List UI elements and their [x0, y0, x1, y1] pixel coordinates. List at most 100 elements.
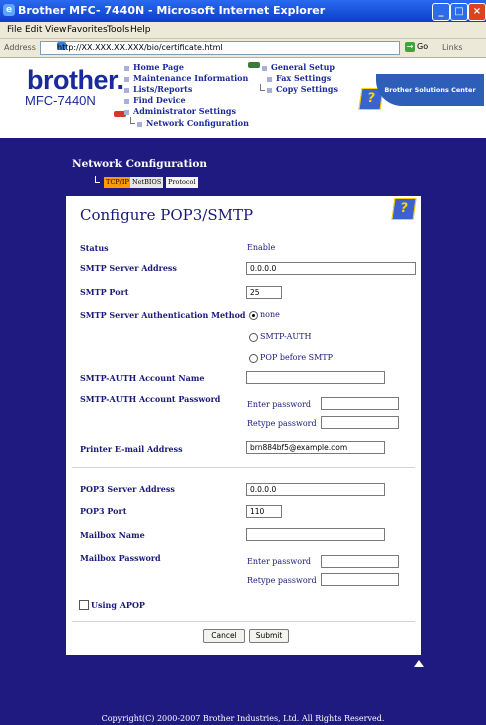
mailbox-retype-password-input[interactable] — [321, 573, 399, 586]
solutions-center-link[interactable]: Brother Solutions Center — [376, 74, 484, 106]
pop3-server-input[interactable]: 0.0.0.0 — [246, 483, 385, 496]
pop3-port-label: POP3 Port — [80, 506, 127, 516]
tab-tcpip[interactable]: TCP/IP — [104, 177, 131, 188]
go-label: Go — [417, 42, 429, 51]
radio-smtp-auth-icon — [249, 332, 258, 342]
smtp-enter-password-input[interactable] — [321, 397, 399, 410]
nav-copy-settings-label: Copy Settings — [276, 84, 338, 94]
radio-smtp-auth[interactable]: SMTP-AUTH — [249, 332, 312, 342]
menu-favorites[interactable]: Favorites — [67, 25, 108, 35]
mailbox-enter-password-input[interactable] — [321, 555, 399, 568]
nav-general-setup[interactable]: General Setup — [262, 62, 335, 72]
nav-lists-label: Lists/Reports — [133, 84, 193, 94]
menu-help[interactable]: Help — [130, 25, 151, 35]
submit-button[interactable]: Submit — [249, 629, 289, 643]
nav-general-setup-label: General Setup — [271, 62, 336, 72]
nav-copy-settings[interactable]: Copy Settings — [267, 84, 338, 94]
protocol-tabs: TCP/IP NetBIOS Protocol — [94, 177, 214, 189]
section-divider — [72, 467, 415, 468]
smtp-enter-password-label: Enter password — [247, 400, 312, 409]
scroll-to-top-icon[interactable] — [414, 660, 424, 667]
menu-bar: File Edit View Favorites Tools Help — [0, 22, 486, 39]
address-label: Address — [4, 43, 36, 52]
nav-find-device-label: Find Device — [133, 95, 186, 105]
smtp-retype-password-input[interactable] — [321, 416, 399, 429]
nav-admin-settings-label: Administrator Settings — [133, 106, 236, 116]
mailbox-password-label: Mailbox Password — [80, 553, 161, 563]
radio-none-icon — [249, 310, 258, 320]
address-url: http://XX.XXX.XX.XXX/bio/certificate.htm… — [57, 43, 223, 52]
nav-maintenance[interactable]: Maintenance Information — [124, 73, 248, 83]
menu-file[interactable]: File — [7, 25, 22, 35]
radio-none-label: none — [260, 310, 280, 319]
smtp-auth-name-input[interactable] — [246, 371, 385, 384]
nav-fax-settings[interactable]: Fax Settings — [267, 73, 331, 83]
bullet-icon — [124, 87, 129, 93]
radio-none[interactable]: none — [249, 310, 280, 320]
nav-maintenance-label: Maintenance Information — [133, 73, 249, 83]
copyright-footer: Copyright(C) 2000-2007 Brother Industrie… — [101, 714, 385, 723]
bullet-icon — [267, 87, 272, 93]
smtp-auth-name-label: SMTP-AUTH Account Name — [80, 373, 205, 383]
bullet-icon — [124, 76, 129, 82]
nav-lists[interactable]: Lists/Reports — [124, 84, 192, 94]
cancel-button[interactable]: Cancel — [203, 629, 245, 643]
links-label[interactable]: Links — [442, 43, 463, 52]
radio-pop-before-smtp-icon — [249, 353, 258, 363]
status-label: Status — [80, 243, 109, 253]
bullet-icon — [262, 65, 267, 71]
mailbox-name-input[interactable] — [246, 528, 385, 541]
nav-home-label: Home Page — [133, 62, 184, 72]
bullet-icon — [124, 65, 129, 71]
address-input[interactable]: http://XX.XXX.XX.XXX/bio/certificate.htm… — [40, 41, 400, 55]
nav-find-device[interactable]: Find Device — [124, 95, 186, 105]
nav-network-config-label: Network Configuration — [146, 118, 249, 128]
tab-netbios[interactable]: NetBIOS — [130, 177, 164, 188]
nav-admin-settings[interactable]: Administrator Settings — [124, 106, 236, 116]
brother-logo: brother. — [27, 65, 124, 95]
smtp-auth-password-label: SMTP-AUTH Account Password — [80, 394, 221, 404]
radio-smtp-auth-label: SMTP-AUTH — [260, 332, 312, 341]
menu-edit[interactable]: Edit — [25, 25, 42, 35]
buttons-divider — [72, 621, 415, 622]
page-title: Configure POP3/SMTP — [80, 206, 254, 224]
pop3-port-input[interactable]: 110 — [246, 505, 282, 518]
menu-view[interactable]: View — [45, 25, 66, 35]
bullet-icon — [137, 121, 142, 127]
apop-label: Using APOP — [91, 600, 145, 610]
minimize-icon[interactable]: _ — [432, 3, 450, 21]
model-name: MFC-7440N — [25, 93, 96, 108]
smtp-server-label: SMTP Server Address — [80, 263, 177, 273]
smtp-port-label: SMTP Port — [80, 287, 129, 297]
bullet-icon — [267, 76, 272, 82]
menu-tools[interactable]: Tools — [107, 25, 129, 35]
pop3-server-label: POP3 Server Address — [80, 484, 175, 494]
apop-checkbox[interactable] — [79, 600, 89, 610]
radio-pop-before-smtp[interactable]: POP before SMTP — [249, 353, 333, 363]
mailbox-retype-password-label: Retype password — [247, 576, 317, 585]
window-title-bar: e Brother MFC- 7440N - Microsoft Interne… — [0, 0, 486, 22]
printer-email-input[interactable]: brn884bf5@example.com — [246, 441, 385, 454]
ie-icon: e — [3, 4, 15, 16]
nav-network-config[interactable]: Network Configuration — [137, 118, 249, 128]
go-button[interactable]: → Go — [405, 42, 428, 52]
section-title: Network Configuration — [72, 158, 208, 170]
smtp-server-input[interactable]: 0.0.0.0 — [246, 262, 416, 275]
smtp-retype-password-label: Retype password — [247, 419, 317, 428]
page-help-icon[interactable]: ? — [391, 198, 417, 220]
address-bar: Address http://XX.XXX.XX.XXX/bio/certifi… — [0, 39, 486, 58]
mailbox-enter-password-label: Enter password — [247, 557, 312, 566]
status-value: Enable — [247, 243, 276, 252]
smtp-auth-label: SMTP Server Authentication Method — [80, 310, 246, 320]
maximize-icon[interactable]: □ — [450, 3, 468, 21]
tab-protocol[interactable]: Protocol — [166, 177, 198, 188]
smtp-port-input[interactable]: 25 — [246, 286, 282, 299]
close-icon[interactable]: × — [468, 3, 486, 21]
window-title: Brother MFC- 7440N - Microsoft Internet … — [18, 4, 326, 17]
go-arrow-icon: → — [405, 42, 415, 52]
mailbox-name-label: Mailbox Name — [80, 530, 145, 540]
radio-pop-before-smtp-label: POP before SMTP — [260, 353, 333, 362]
folder-arrow-icon — [248, 62, 260, 68]
nav-home[interactable]: Home Page — [124, 62, 184, 72]
nav-fax-settings-label: Fax Settings — [276, 73, 332, 83]
